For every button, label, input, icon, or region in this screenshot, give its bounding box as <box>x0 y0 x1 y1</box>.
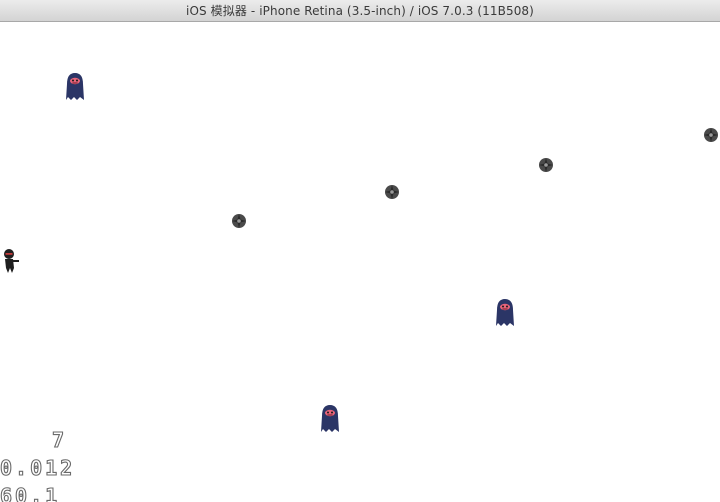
node-count-stat: 7 <box>51 427 65 452</box>
fps-stat: 60.1 <box>0 483 61 502</box>
shuriken-icon <box>704 128 718 142</box>
ghost-monster-icon <box>321 405 339 432</box>
frame-time-stat: 0.012 <box>0 455 76 480</box>
ghost-monster-icon <box>496 299 514 326</box>
window-title: iOS 模拟器 - iPhone Retina (3.5-inch) / iOS… <box>186 4 534 18</box>
shuriken-icon <box>385 185 399 199</box>
window-titlebar[interactable]: iOS 模拟器 - iPhone Retina (3.5-inch) / iOS… <box>0 0 720 22</box>
shuriken-icon <box>539 158 553 172</box>
shuriken-icon <box>232 214 246 228</box>
game-scene[interactable]: 7 0.012 60.1 <box>0 22 720 502</box>
ghost-monster-icon <box>66 73 84 100</box>
simulator-window: iOS 模拟器 - iPhone Retina (3.5-inch) / iOS… <box>0 0 720 502</box>
ninja-player-icon <box>4 249 19 273</box>
debug-stats-overlay: 7 0.012 60.1 <box>0 426 100 502</box>
